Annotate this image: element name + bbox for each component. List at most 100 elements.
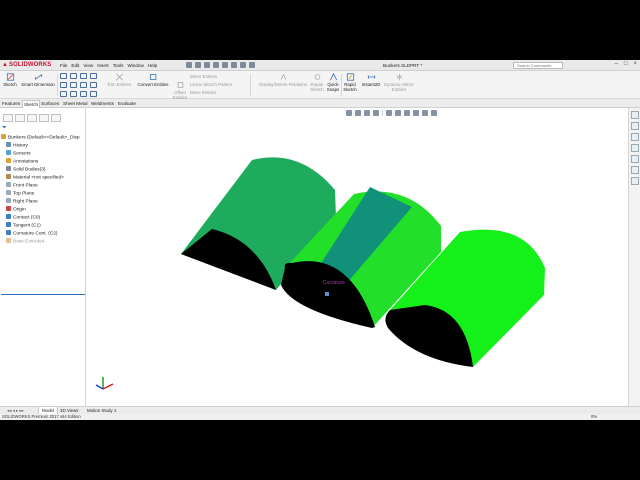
options-icon[interactable] [249,62,255,68]
open-icon[interactable] [195,62,201,68]
tree-item[interactable]: Curvature Cont. (C2) [0,230,86,238]
tab-weldments[interactable]: Weldments [90,100,115,108]
tree-item-label: Origin [13,207,26,213]
rectangle-icon[interactable] [60,82,67,88]
tree-item[interactable]: Annotations [0,158,86,166]
tab-sketch[interactable]: Sketch [22,100,41,108]
line-icon[interactable] [60,73,67,79]
tab-sheet-metal[interactable]: Sheet Metal [62,100,89,108]
resources-icon[interactable] [631,122,639,130]
move-entities-button[interactable]: Move Entities [190,90,216,95]
menu-help[interactable]: Help [148,63,157,68]
configuration-manager-tab-icon[interactable] [27,114,37,122]
quick-snaps-icon [329,73,337,81]
home-icon[interactable] [631,111,639,119]
coordinate-triad-icon [95,377,114,390]
dynamic-mirror-button[interactable]: Dynamic Mirror Entities [382,73,416,92]
menu-insert[interactable]: Insert [97,63,109,68]
circle-icon[interactable] [60,91,67,97]
tree-items: History Sensors Annotations Solid Bodies(3)… [0,142,86,246]
display-manager-tab-icon[interactable] [51,114,61,122]
rebuild-icon[interactable] [240,62,246,68]
tree-item-label: Top Plane [13,191,35,197]
repair-sketch-button[interactable]: Repair Sketch [309,73,325,92]
text-icon[interactable] [90,73,97,79]
slot-icon[interactable] [70,82,77,88]
tree-item[interactable]: Material <not specified> [0,174,86,182]
close-icon[interactable]: × [633,61,637,67]
dimxpert-tab-icon[interactable] [39,114,49,122]
app-logo[interactable]: ▲SOLIDWORKS [2,62,51,68]
polygon-icon[interactable] [80,82,87,88]
mirror-entities-label: Mirror Entities [190,74,218,79]
maximize-icon[interactable]: □ [624,61,628,67]
tree-item[interactable]: History [0,142,86,150]
view-palette-icon[interactable] [631,155,639,163]
tab-features[interactable]: Features [1,100,21,108]
feature-manager-tab-icon[interactable] [3,114,13,122]
separator [250,74,251,96]
rapid-sketch-icon [346,73,354,81]
rollback-bar[interactable] [1,294,85,295]
quick-snaps-button[interactable]: Quick Snaps [326,73,340,92]
fillet-icon[interactable] [80,91,87,97]
graphics-area[interactable]: Curvature [87,108,628,407]
tree-item[interactable]: Tangent (C1) [0,222,86,230]
tree-item[interactable]: Top Plane [0,190,86,198]
rapid-sketch-button[interactable]: Rapid Sketch [342,73,358,92]
convert-entities-button[interactable]: Convert Entities [134,73,172,87]
plane-sketch-icon[interactable] [90,91,97,97]
spline-icon[interactable] [80,73,87,79]
trim-entities-button[interactable]: Trim Entities [104,73,134,87]
filter-icon[interactable]: ⏷ [2,125,7,132]
tree-root-label: Bunkers (Default<<Default>_Disp [8,135,80,141]
undo-icon[interactable] [222,62,228,68]
tree-item[interactable]: Solid Bodies(3) [0,166,86,174]
new-icon[interactable] [186,62,192,68]
mirror-entities-button[interactable]: Mirror Entities [190,74,217,79]
menu-edit[interactable]: Edit [71,63,79,68]
ellipse-icon[interactable] [70,91,77,97]
print-icon[interactable] [213,62,219,68]
point-icon[interactable] [90,82,97,88]
sketch-button[interactable]: Sketch [2,73,18,87]
tree-root[interactable]: Bunkers (Default<<Default>_Disp [0,134,86,142]
design-library-icon[interactable] [631,133,639,141]
tree-item-label: Annotations [13,159,39,165]
tree-item[interactable]: Sensors [0,150,86,158]
document-title: Bunkers.SLDPRT * [383,63,423,68]
display-delete-relations-button[interactable]: Display/Delete Relations [256,73,310,87]
tab-evaluate[interactable]: Evaluate [117,100,137,108]
extrude-icon [6,238,11,243]
trim-icon [115,73,123,81]
quick-snaps-label: Quick Snaps [326,82,340,92]
quick-access-toolbar [186,62,255,68]
offset-icon [177,82,183,88]
menu-view[interactable]: View [83,63,93,68]
arc-icon[interactable] [70,73,77,79]
instant2d-button[interactable]: Instant2D [359,73,383,87]
minimize-icon[interactable]: – [615,61,618,67]
save-icon[interactable] [204,62,210,68]
tree-item-label: Tangent (C1) [13,223,41,229]
custom-properties-icon[interactable] [631,177,639,185]
file-explorer-icon[interactable] [631,144,639,152]
tree-item[interactable]: Front Plane [0,182,86,190]
tab-surfaces[interactable]: Surfaces [40,100,60,108]
appearances-icon[interactable] [631,166,639,174]
menu-window[interactable]: Window [127,63,143,68]
linear-sketch-pattern-button[interactable]: Linear Sketch Pattern [190,82,232,87]
tree-item[interactable]: Origin [0,206,86,214]
menu-tools[interactable]: Tools [113,63,124,68]
property-manager-tab-icon[interactable] [15,114,25,122]
feature-manager-panel: ⏷ Bunkers (Default<<Default>_Disp Histor… [0,108,86,407]
tree-item[interactable]: Contact (C0) [0,214,86,222]
tree-item[interactable]: Right Plane [0,198,86,206]
search-commands-input[interactable]: Search Commands [513,62,563,69]
tree-item[interactable]: Boss-Extrude4 [0,238,86,246]
smart-dimension-button[interactable]: Smart Dimension [19,73,57,87]
offset-entities-button[interactable]: Offset Entities [171,81,189,100]
menu-file[interactable]: File [60,63,67,68]
select-icon[interactable] [231,62,237,68]
selection-handle[interactable] [325,292,329,296]
